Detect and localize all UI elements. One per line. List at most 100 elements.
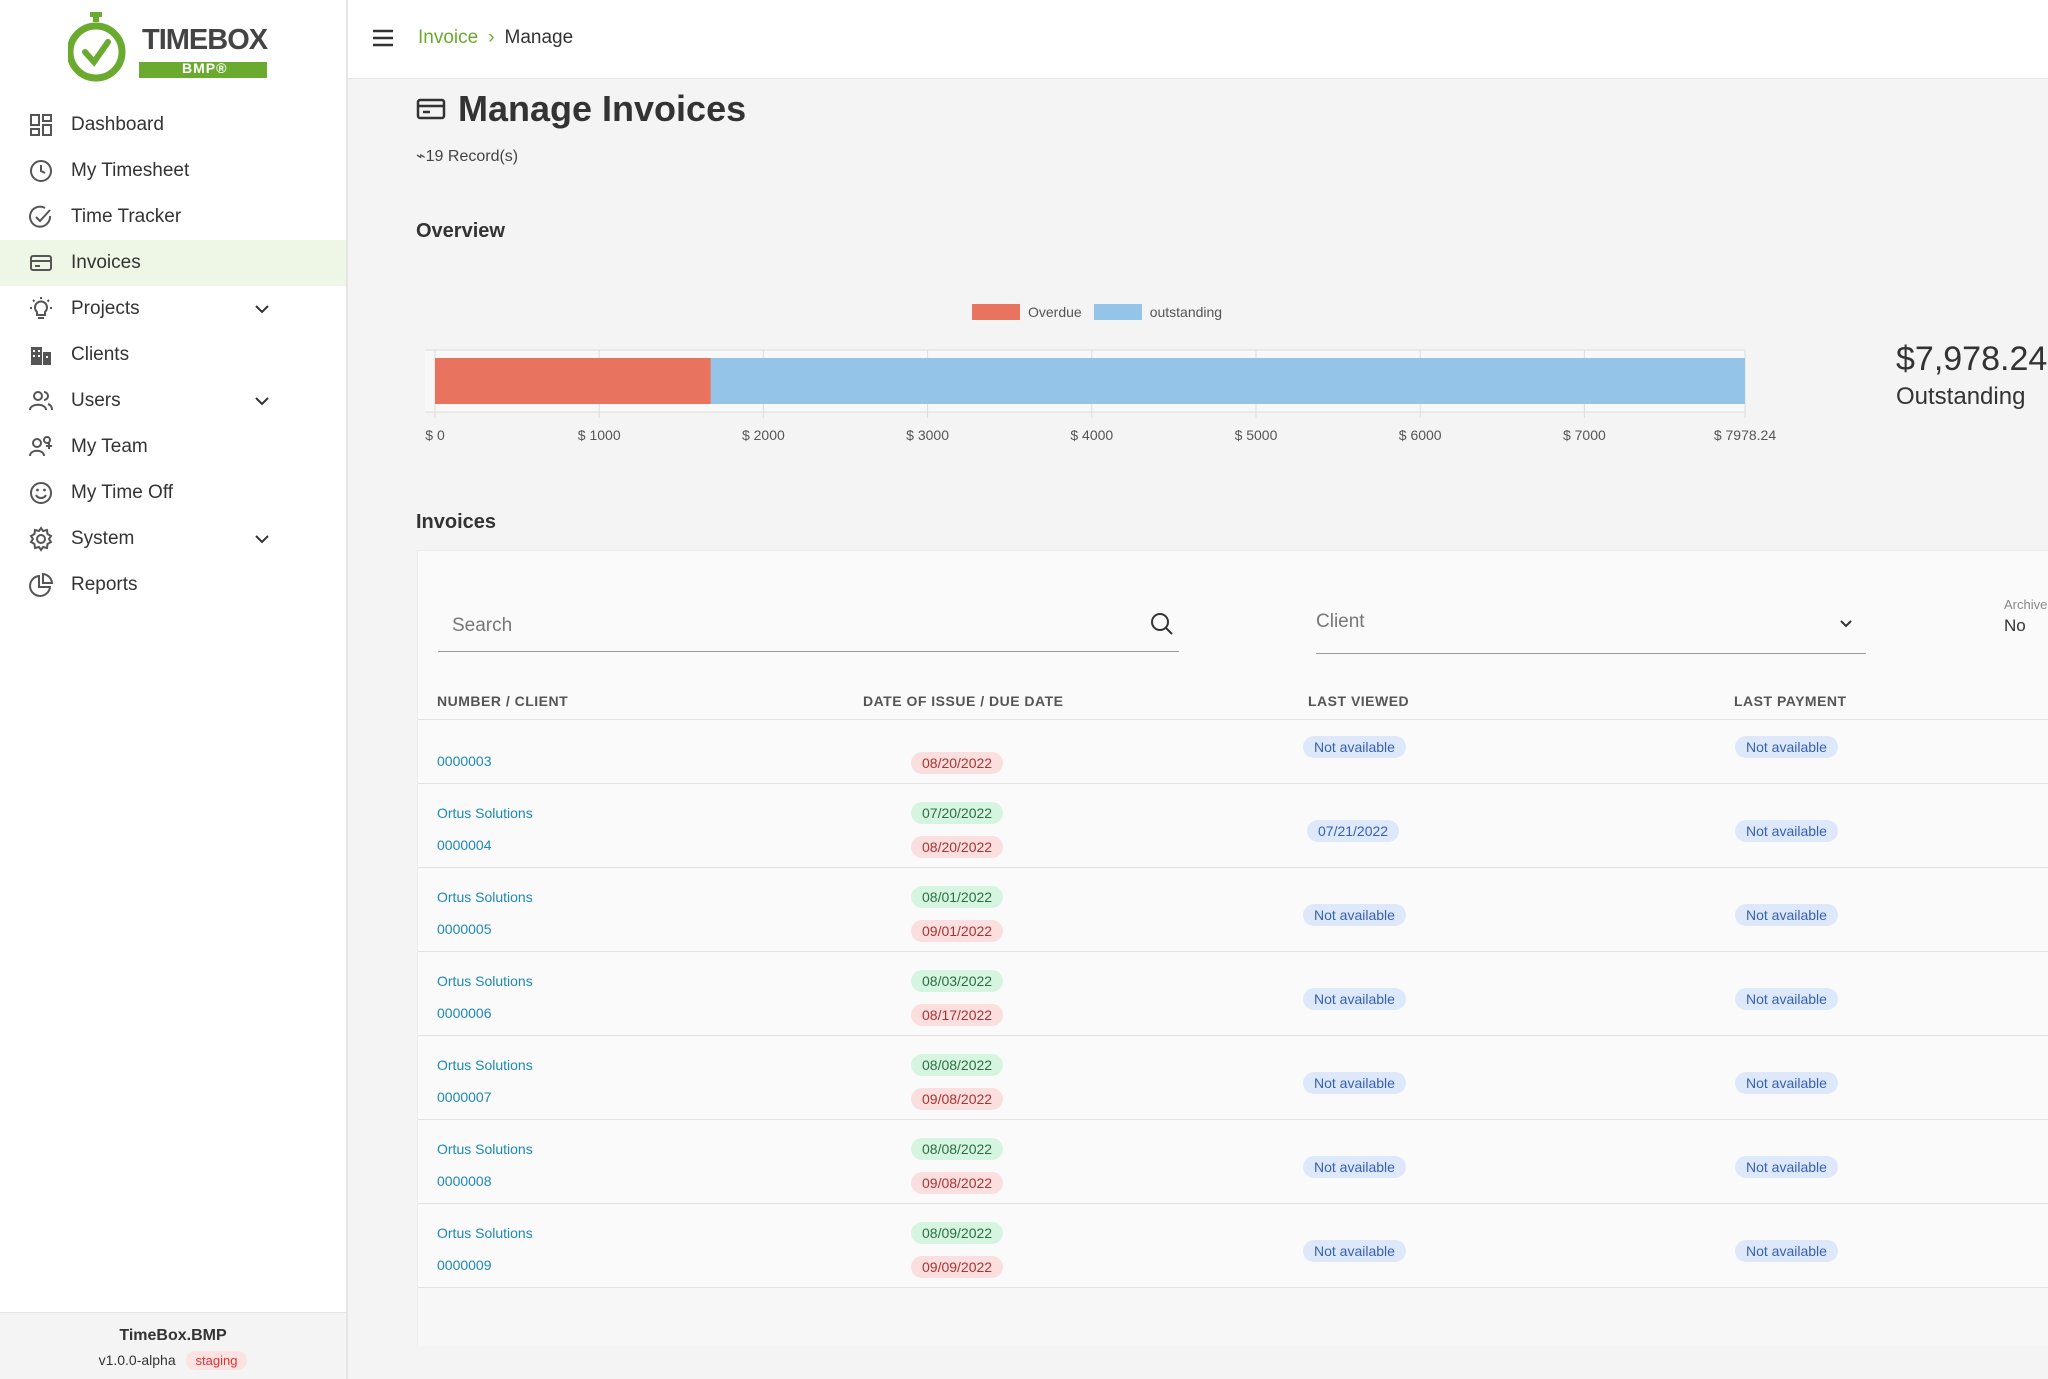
- search-placeholder: Search: [452, 615, 513, 636]
- team-icon: [29, 436, 52, 457]
- col-dates[interactable]: DATE OF ISSUE / DUE DATE: [863, 693, 1064, 709]
- sidebar-item-label: My Time Off: [71, 482, 174, 503]
- overview-heading: Overview: [416, 220, 505, 242]
- sidebar-item-label: Invoices: [71, 252, 141, 273]
- sidebar-footer: TimeBox.BMP v1.0.0-alpha staging: [0, 1312, 346, 1379]
- client-link[interactable]: Ortus Solutions: [437, 1225, 533, 1241]
- sidebar-item-invoices[interactable]: Invoices: [0, 240, 346, 286]
- col-number-client[interactable]: NUMBER / CLIENT: [437, 693, 568, 709]
- table-row[interactable]: Ortus Solutions 0000008 08/08/2022 09/08/20…: [418, 1119, 2048, 1204]
- last-viewed-badge: 07/21/2022: [1307, 820, 1400, 842]
- sidebar-item-clients[interactable]: Clients: [0, 332, 346, 378]
- sidebar-item-label: Projects: [71, 298, 140, 319]
- users-icon: [29, 391, 53, 411]
- record-count-text: 19 Record(s): [425, 148, 519, 165]
- sidebar-item-projects[interactable]: Projects: [0, 286, 346, 332]
- client-link[interactable]: Ortus Solutions: [437, 1141, 533, 1157]
- sidebar-nav: Dashboard My Timesheet Time Tracker Invo…: [0, 102, 346, 608]
- timebox-logo[interactable]: TIMEBOX BMP®: [66, 12, 273, 84]
- sidebar-item-label: Clients: [71, 344, 130, 365]
- issue-date-badge: 07/20/2022: [911, 802, 1004, 824]
- issue-date-badge: 08/08/2022: [911, 1138, 1004, 1160]
- sidebar-item-reports[interactable]: Reports: [0, 562, 346, 608]
- sidebar-item-my-team[interactable]: My Team: [0, 424, 346, 470]
- col-last-viewed[interactable]: LAST VIEWED: [1308, 693, 1409, 709]
- chevron-down-icon: [1840, 620, 1852, 628]
- invoice-number-link[interactable]: 0000009: [437, 1257, 492, 1273]
- archive-value: No: [2004, 616, 2026, 635]
- chevron-down-icon[interactable]: [252, 299, 272, 319]
- table-row[interactable]: Ortus Solutions 0000006 08/03/2022 08/17/20…: [418, 951, 2048, 1036]
- last-viewed-badge: Not available: [1303, 904, 1406, 926]
- gear-icon: [29, 526, 53, 552]
- chevron-down-icon[interactable]: [252, 529, 272, 549]
- sidebar-item-time-tracker[interactable]: Time Tracker: [0, 194, 346, 240]
- sidebar-item-my-timesheet[interactable]: My Timesheet: [0, 148, 346, 194]
- table-row[interactable]: Ortus Solutions 0000005 08/01/2022 09/01/20…: [418, 867, 2048, 952]
- sidebar-item-dashboard[interactable]: Dashboard: [0, 102, 346, 148]
- tick-label: $ 7978.24: [1714, 427, 1776, 443]
- table-row[interactable]: Ortus Solutions 0000009 08/09/2022 09/09/20…: [418, 1203, 2048, 1279]
- invoice-number-link[interactable]: 0000003: [437, 753, 492, 769]
- tick-label: $ 1000: [578, 427, 621, 443]
- app-version: v1.0.0-alpha staging: [0, 1351, 346, 1370]
- search-input[interactable]: Search: [438, 597, 1179, 652]
- client-link[interactable]: Ortus Solutions: [437, 1057, 533, 1073]
- breadcrumb: Invoice › Manage: [418, 27, 573, 49]
- search-icon[interactable]: [1149, 611, 1175, 637]
- building-icon: [31, 347, 51, 365]
- last-payment-badge: Not available: [1735, 820, 1838, 842]
- env-badge: staging: [185, 1351, 248, 1370]
- version-text: v1.0.0-alpha: [98, 1352, 176, 1368]
- bar-outstanding[interactable]: [710, 358, 1745, 404]
- client-link[interactable]: Ortus Solutions: [437, 805, 533, 821]
- table-row[interactable]: 0000003 08/20/2022 Not available Not availa…: [418, 719, 2048, 784]
- chart-legend: Overdue outstanding: [972, 304, 1234, 320]
- overview-chart: $ 0 $ 1000 $ 2000 $ 3000 $ 4000 $ 5000 $ 6000 $…: [425, 349, 1776, 443]
- invoice-number-link[interactable]: 0000006: [437, 1005, 492, 1021]
- client-select[interactable]: Client: [1316, 595, 1866, 654]
- sidebar-item-label: My Timesheet: [71, 160, 190, 181]
- breadcrumb-parent[interactable]: Invoice: [418, 27, 478, 48]
- legend-item-overdue[interactable]: Overdue: [972, 304, 1082, 320]
- due-date-badge: 09/08/2022: [911, 1088, 1004, 1110]
- invoice-number-link[interactable]: 0000008: [437, 1173, 492, 1189]
- record-count: ⌁19 Record(s): [416, 146, 518, 166]
- client-link[interactable]: Ortus Solutions: [437, 973, 533, 989]
- sidebar-item-label: System: [71, 528, 135, 549]
- chevron-down-icon[interactable]: [252, 391, 272, 411]
- check-circle-icon: [29, 205, 52, 228]
- outstanding-amount: $7,978.24: [1896, 340, 2048, 378]
- sidebar-item-my-time-off[interactable]: My Time Off: [0, 470, 346, 516]
- sidebar-item-label: Reports: [71, 574, 138, 595]
- smile-icon: [30, 482, 52, 504]
- archive-select[interactable]: Archive No: [2004, 597, 2047, 636]
- table-row[interactable]: Ortus Solutions 0000004 07/20/2022 08/20/20…: [418, 783, 2048, 868]
- invoices-heading: Invoices: [416, 511, 497, 533]
- invoice-icon: [30, 255, 52, 271]
- sidebar-item-users[interactable]: Users: [0, 378, 346, 424]
- invoice-number-link[interactable]: 0000004: [437, 837, 492, 853]
- invoice-number-link[interactable]: 0000007: [437, 1089, 492, 1105]
- tick-label: $ 2000: [742, 427, 785, 443]
- table-row[interactable]: Ortus Solutions 0000007 08/08/2022 09/08/20…: [418, 1035, 2048, 1120]
- tick-label: $ 4000: [1070, 427, 1113, 443]
- sidebar-item-system[interactable]: System: [0, 516, 346, 562]
- outstanding-label: Outstanding: [1896, 383, 2026, 410]
- legend-item-outstanding[interactable]: outstanding: [1093, 304, 1222, 320]
- sidebar-item-label: My Team: [71, 436, 148, 457]
- col-last-payment[interactable]: LAST PAYMENT: [1734, 693, 1847, 709]
- last-payment-badge: Not available: [1735, 1072, 1838, 1094]
- chevron-right-icon: ›: [488, 27, 495, 48]
- invoice-number-link[interactable]: 0000005: [437, 921, 492, 937]
- sidebar-item-label: Users: [71, 390, 121, 411]
- bar-overdue[interactable]: [435, 358, 711, 404]
- last-viewed-badge: Not available: [1303, 988, 1406, 1010]
- last-viewed-badge: Not available: [1303, 1240, 1406, 1262]
- page-title: Manage Invoices: [416, 88, 746, 130]
- last-payment-badge: Not available: [1735, 736, 1838, 758]
- sidebar: TIMEBOX BMP® Dashboard My Timesheet Time…: [0, 0, 348, 1379]
- menu-icon[interactable]: [372, 28, 394, 48]
- due-date-badge: 08/20/2022: [911, 836, 1004, 858]
- client-link[interactable]: Ortus Solutions: [437, 889, 533, 905]
